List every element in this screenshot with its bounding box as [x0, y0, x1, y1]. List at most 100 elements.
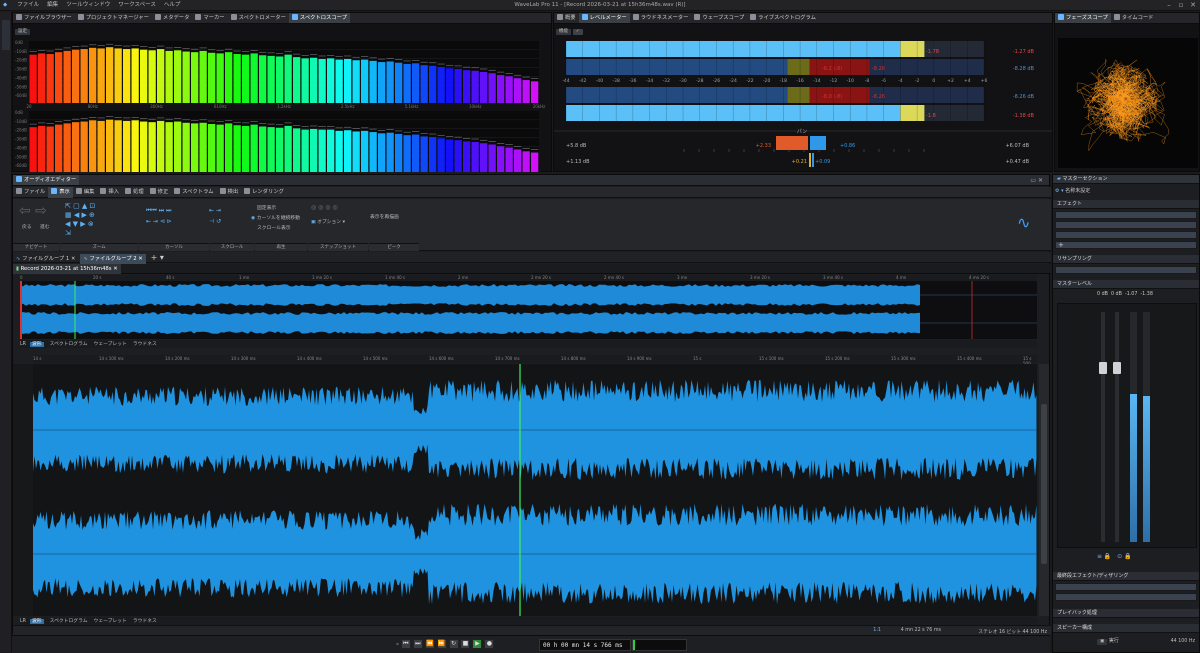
view-mode-1-0[interactable]: 波形 [30, 619, 44, 624]
playback-header[interactable]: プレイバック処理 [1053, 609, 1199, 618]
option-button[interactable]: ▣ オプション ▾ [311, 218, 345, 225]
level-meter-panel: 概要 レベルメーター ラウドネスメーター ウェーブスコープ ライブスペクトログラム 機能… [553, 12, 1053, 172]
view-mode-0-1[interactable]: スペクトログラム [50, 342, 88, 347]
ribbon-tab-5[interactable]: 修正 [147, 187, 172, 198]
spectro-bar-0-43 [395, 62, 403, 103]
time-display[interactable]: 00 h 00 mn 14 s 766 ms [539, 639, 631, 651]
view-mode-1-2[interactable]: ウェーブレット [94, 619, 127, 624]
effect-slot-2[interactable] [1055, 221, 1197, 229]
tab-top_mid_tabs-3[interactable]: ウェーブスコープ [691, 13, 747, 23]
add-effect-button[interactable]: + [1055, 241, 1197, 249]
tab-top_left_tabs-1[interactable]: プロジェクトマネージャー [75, 13, 152, 23]
spectro-bar-1-58 [522, 151, 530, 172]
spectro-bar-1-52 [471, 142, 479, 172]
ribbon-tab-0[interactable]: ファイル [13, 187, 48, 198]
master-link-icons[interactable]: ≡ 🔒 ⊙ 🔒 [1097, 553, 1132, 560]
main-waveform-area[interactable] [33, 364, 1037, 620]
ribbon-tab-6[interactable]: スペクトラム [171, 187, 216, 198]
menu-item-4[interactable]: ヘルプ [164, 0, 181, 11]
fader-knob-r[interactable] [1113, 362, 1121, 374]
meter-mode-button[interactable]: 機能 ✓ [556, 27, 583, 35]
tab-top_left_tabs-3[interactable]: マーカー [192, 13, 227, 23]
view-mode-0-2[interactable]: ウェーブレット [94, 342, 127, 347]
tab-file-record[interactable]: ▮ Record 2026-03-21 at 15h36m48s ✕ [13, 264, 121, 274]
spectro-mode-button[interactable]: 設定 [15, 27, 30, 35]
go-start-icon[interactable]: ⏮ [400, 639, 411, 649]
tab-top_mid_tabs-0[interactable]: 概要 [554, 13, 579, 23]
ribbon-tab-8[interactable]: レンダリング [241, 187, 287, 198]
nav-arrows-icon[interactable]: ⇦ ⇨ [19, 203, 47, 219]
resampling-header[interactable]: リサンプリング [1053, 255, 1199, 264]
ribbon-tab-3[interactable]: 挿入 [97, 187, 122, 198]
format-status[interactable]: ステレオ 16 ビット 44 100 Hz [978, 628, 1047, 635]
view-mode-1-1[interactable]: スペクトログラム [50, 619, 88, 624]
zoom-status[interactable]: 1:1 [873, 628, 881, 633]
spectro-bar-0-13 [140, 49, 148, 103]
tab-top_left_tabs-4[interactable]: スペクトロメーター [228, 13, 289, 23]
zoom-buttons[interactable]: ⇱ ▢ ▲ ⊡ ▦ ◀ ▶ ⊕ ◀ ▼ ▶ ⊗ ⇲ [65, 202, 135, 238]
add-filegroup-button[interactable]: + ▾ [148, 252, 167, 263]
meter-peak-r: -1.8 [926, 113, 936, 119]
record-icon[interactable]: ● [484, 639, 495, 649]
overview-tick-13: 4 mn 20 s [969, 275, 989, 280]
menu-item-3[interactable]: ワークスペース [118, 0, 156, 11]
menu-item-2[interactable]: ツールウィンドウ [66, 0, 110, 11]
tab-audio-editor[interactable]: オーディオエディター [13, 175, 80, 185]
speaker-header[interactable]: スピーカー構成 [1053, 624, 1199, 633]
menu-item-1[interactable]: 編集 [47, 0, 58, 11]
tab-top_mid_tabs-1[interactable]: レベルメーター [578, 13, 630, 23]
final-slot-2[interactable] [1055, 593, 1197, 601]
tab-top_mid_tabs-2[interactable]: ラウドネスメーター [630, 13, 692, 23]
length-status[interactable]: 4 mn 22 s 76 ms [901, 628, 941, 633]
spectro-bar-0-11 [123, 49, 131, 103]
effect-slot-1[interactable] [1055, 211, 1197, 219]
close-icon[interactable]: ✕ [1188, 1, 1198, 10]
stop-icon[interactable]: ■ [460, 639, 471, 649]
view-mode-1-3[interactable]: ラウドネス [133, 619, 157, 624]
editor-window-controls[interactable]: ▭ ✕ [1030, 175, 1043, 185]
scroll-continuous-label[interactable]: ◉ カーソルを継続移動 [251, 214, 300, 221]
final-slot-1[interactable] [1055, 583, 1197, 591]
tab-top_left_tabs-2[interactable]: メタデータ [152, 13, 193, 23]
master-level-header[interactable]: マスターレベル [1053, 280, 1199, 289]
tab-top_left_tabs-0[interactable]: ファイルブラウザー [13, 13, 75, 23]
spectro-bar-0-31 [293, 57, 301, 103]
effects-header[interactable]: エフェクト [1053, 200, 1199, 209]
side-tab-icon[interactable] [2, 20, 10, 50]
ribbon-tab-7[interactable]: 検出 [217, 187, 242, 198]
prev-marker-icon[interactable]: ⏭ [412, 639, 423, 649]
scroll-buttons[interactable]: ⇤ ⇥ ⊣ ↺ [209, 205, 221, 227]
minimize-icon[interactable]: – [1164, 1, 1174, 10]
final-effects-header[interactable]: 最終段エフェクト/ディザリング [1053, 572, 1199, 581]
fader-knob-l[interactable] [1099, 362, 1107, 374]
play-icon[interactable]: ▶ [472, 639, 483, 649]
cursor-buttons[interactable]: ⏮⏮ ⏭ ⏭ ⇤ ⇥ ⊲ ⊳ [146, 205, 172, 227]
vertical-scrollbar[interactable] [1039, 364, 1049, 616]
view-mode-0-0[interactable]: 波形 [30, 342, 44, 347]
overview-waveform-area[interactable] [20, 281, 1037, 339]
ribbon-group-4: 再生 [255, 243, 307, 251]
resampling-slot[interactable] [1055, 266, 1197, 274]
rewind-icon[interactable]: ⏪ [424, 639, 435, 649]
preset-bar[interactable]: ⚙ ▾ 名称未設定 [1055, 186, 1197, 196]
loop-icon[interactable]: ↻ [448, 639, 459, 649]
ribbon-tab-4[interactable]: 処理 [122, 187, 147, 198]
tab-top_left_tabs-5[interactable]: スペクトロスコープ [288, 13, 350, 23]
redraw-label[interactable]: 表示を再描画 [370, 213, 399, 220]
tab-top_mid_tabs-4[interactable]: ライブスペクトログラム [747, 13, 819, 23]
ribbon-tab-2[interactable]: 編集 [73, 187, 98, 198]
view-mode-0-3[interactable]: ラウドネス [133, 342, 157, 347]
snapshot-icons[interactable]: ◎ ◎ ◎ ◎ [311, 204, 338, 211]
menu-item-0[interactable]: ファイル [17, 0, 39, 11]
ribbon-tab-icon-7 [219, 188, 226, 194]
ribbon-tab-1[interactable]: 表示 [48, 187, 73, 198]
forward-icon[interactable]: ⏩ [436, 639, 447, 649]
tab-top_right_tabs-0[interactable]: フェーズスコープ [1055, 13, 1111, 23]
vertical-scroll-thumb[interactable] [1041, 404, 1047, 564]
effect-slot-3[interactable] [1055, 231, 1197, 239]
transport-collapse-icon[interactable]: « [396, 643, 399, 648]
render-button[interactable]: ▣ 実行 [1097, 637, 1119, 645]
maximize-icon[interactable]: ▫ [1176, 1, 1186, 10]
spectro-bar-0-44 [403, 63, 411, 103]
tab-top_right_tabs-1[interactable]: タイムコード [1111, 13, 1157, 23]
